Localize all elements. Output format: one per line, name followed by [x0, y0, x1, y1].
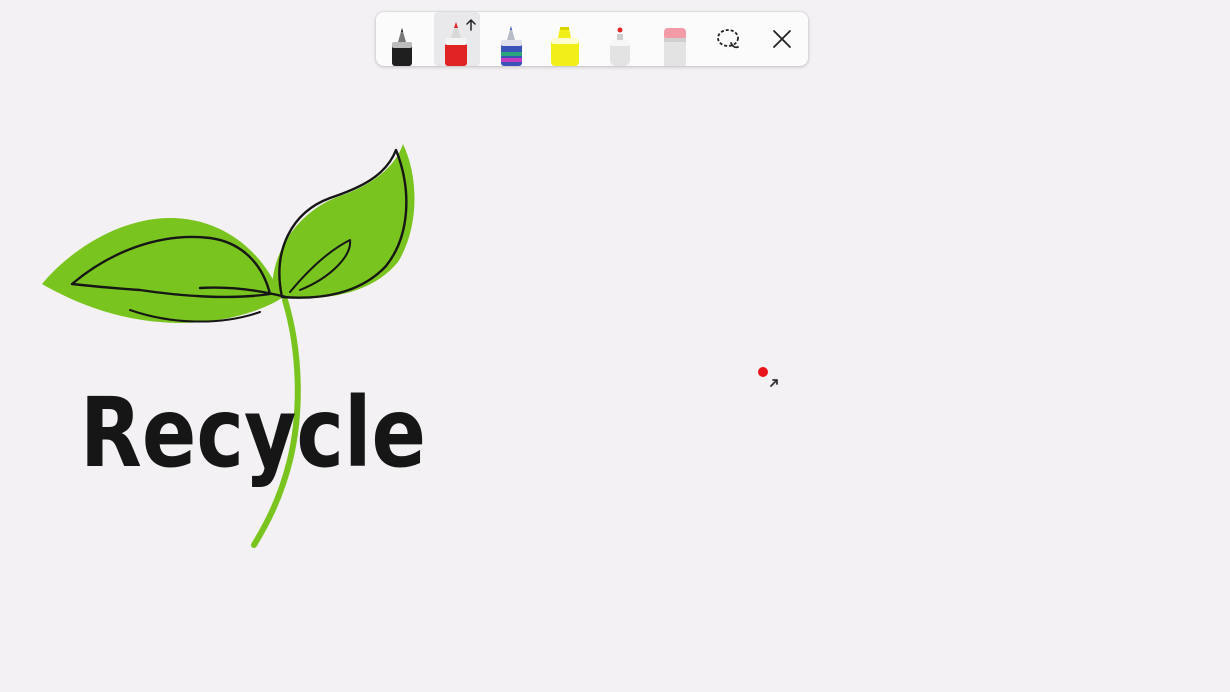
handwritten-word: Recycle [80, 377, 426, 489]
highlighter-tool[interactable] [542, 12, 588, 66]
galaxy-pen-tool[interactable] [489, 12, 535, 66]
pen-icon [445, 18, 476, 66]
close-toolbar-button[interactable] [764, 22, 800, 56]
lasso-select-icon [717, 29, 739, 49]
ink-toolbar [376, 12, 808, 66]
close-icon [773, 30, 791, 48]
black-pen-tool[interactable] [379, 12, 425, 66]
highlighter-icon [551, 27, 579, 66]
pen-icon [392, 28, 412, 66]
laser-pointer-cursor [758, 367, 778, 387]
laser-pointer-tool[interactable] [597, 12, 643, 66]
red-pen-tool[interactable] [434, 12, 480, 66]
eraser-tool[interactable] [652, 12, 698, 66]
drawing-canvas[interactable]: Recycle [0, 0, 1230, 692]
lasso-select-button[interactable] [710, 22, 746, 56]
eraser-icon [664, 28, 686, 66]
sprout-drawing: Recycle [42, 144, 426, 548]
laser-pointer-icon [610, 27, 630, 66]
galaxy-pen-icon [501, 26, 522, 66]
